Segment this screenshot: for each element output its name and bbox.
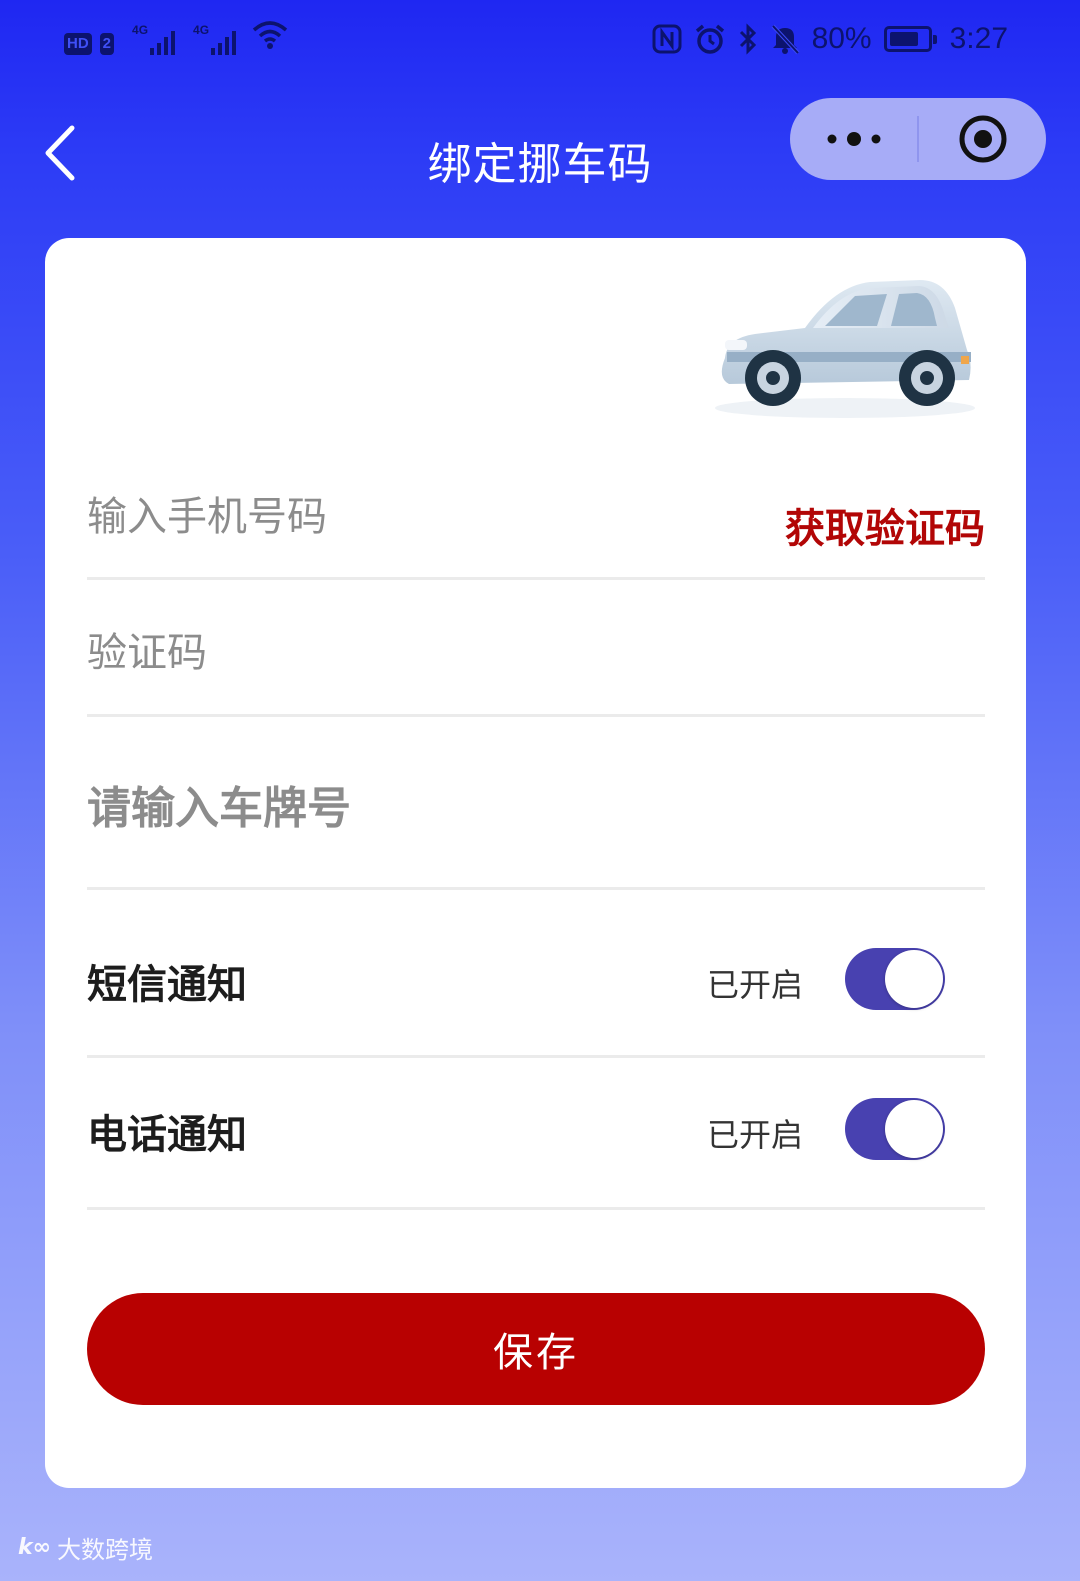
status-bar: HD 2 4G 4G 80% 3:27 [0,0,1080,78]
call-status-text: 已开启 [707,1116,804,1154]
call-toggle[interactable] [845,1098,945,1160]
close-miniprogram-button[interactable] [919,98,1046,180]
watermark-text: 大数跨境 [56,1536,153,1564]
sms-toggle[interactable] [845,948,945,1010]
sms-notification-label: 短信通知 [87,962,247,1008]
nfc-icon [652,24,682,54]
watermark: k∞ 大数跨境 [18,1530,153,1565]
toggle-knob [885,1100,943,1158]
phone-input[interactable] [87,462,727,571]
save-button[interactable]: 保存 [87,1293,985,1405]
call-notification-row: 电话通知 已开启 [87,1058,985,1210]
call-notification-label: 电话通知 [87,1112,247,1158]
car-illustration [705,268,980,428]
clock-time: 3:27 [949,22,1008,55]
network-type-label: 4G [193,23,210,37]
signal-bars-icon [211,27,237,55]
battery-fill [889,32,918,46]
phone-row: 获取验证码 [87,462,985,580]
status-left: HD 2 4G 4G [64,20,288,55]
mute-icon [770,23,800,55]
sim-badge: 2 [99,33,115,55]
watermark-logo-icon: k∞ [18,1535,51,1560]
sms-status-text: 已开启 [707,966,804,1004]
network-type-label: 4G [132,23,149,37]
get-code-button[interactable]: 获取验证码 [785,496,985,554]
bind-card: 获取验证码 短信通知 已开启 电话通知 已开启 保存 [45,238,1026,1488]
more-button[interactable] [790,98,917,180]
bluetooth-icon [738,23,758,55]
signal-2: 4G [193,23,237,55]
battery-icon [883,26,937,52]
miniprogram-capsule [790,98,1046,180]
toggle-knob [885,950,943,1008]
alarm-icon [694,23,726,55]
more-dots-icon [827,132,880,146]
battery-percent: 80% [811,22,872,55]
wifi-icon [252,20,288,55]
code-row [87,580,985,720]
sms-notification-row: 短信通知 已开启 [87,890,985,1058]
plate-number-input[interactable] [87,723,967,893]
signal-bars-icon [150,27,176,55]
verification-code-input[interactable] [87,586,967,720]
status-right: 80% 3:27 [652,16,1008,62]
target-close-icon [959,115,1006,163]
plate-row [87,717,985,893]
signal-1: 4G [132,23,176,55]
hd-badge: HD [64,33,92,55]
